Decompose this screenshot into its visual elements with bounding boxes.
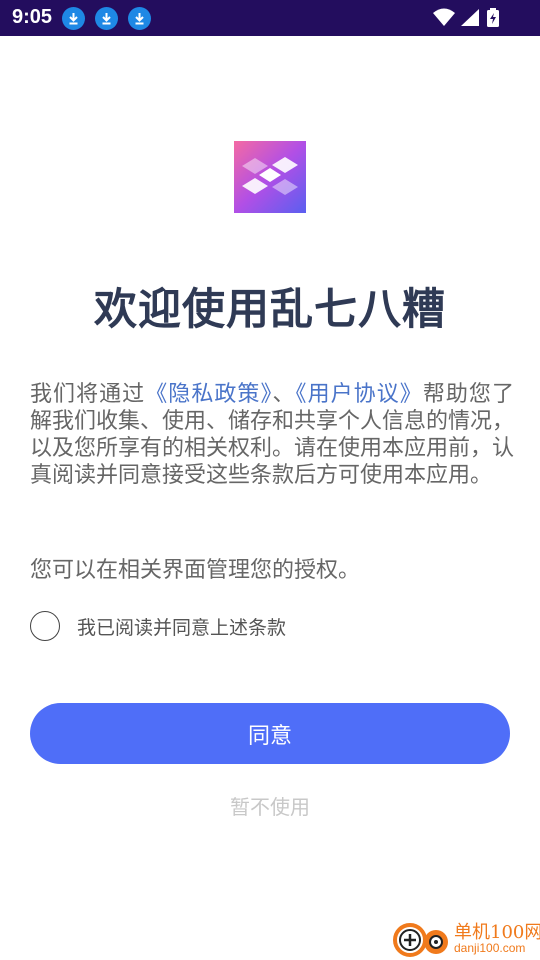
status-right-icons bbox=[432, 7, 500, 33]
privacy-policy-link[interactable]: 《隐私政策》 bbox=[145, 382, 272, 407]
decline-button[interactable]: 暂不使用 bbox=[0, 790, 540, 821]
auth-note: 您可以在相关界面管理您的授权。 bbox=[30, 558, 361, 583]
body-text-intro: 我们将通过 bbox=[30, 382, 146, 407]
dialog-title: 欢迎使用乱七八糟 bbox=[94, 285, 446, 335]
status-bar: 9:05 bbox=[0, 0, 540, 36]
signal-icon bbox=[461, 9, 479, 26]
agree-checkbox[interactable] bbox=[30, 611, 60, 641]
agree-button[interactable]: 同意 bbox=[30, 703, 510, 764]
user-agreement-link[interactable]: 《用户协议》 bbox=[296, 382, 423, 407]
download-icon bbox=[62, 7, 85, 30]
status-time: 9:05 bbox=[12, 6, 53, 28]
battery-charging-icon bbox=[487, 8, 499, 27]
body-separator: 、 bbox=[272, 382, 296, 407]
wifi-icon bbox=[433, 8, 455, 26]
watermark-logo-icon bbox=[393, 923, 448, 957]
download-icon bbox=[95, 7, 118, 30]
watermark: 单机100网 danji100.com bbox=[392, 918, 540, 960]
app-logo-icon bbox=[234, 141, 306, 213]
download-icon bbox=[128, 7, 151, 30]
agree-checkbox-label: 我已阅读并同意上述条款 bbox=[77, 616, 287, 639]
watermark-url: danji100.com bbox=[454, 941, 526, 955]
agree-terms-row[interactable]: 我已阅读并同意上述条款 bbox=[30, 610, 286, 642]
dialog-body: 我们将通过《隐私政策》、《用户协议》帮助您了解我们收集、使用、储存和共享个人信息… bbox=[30, 381, 514, 489]
